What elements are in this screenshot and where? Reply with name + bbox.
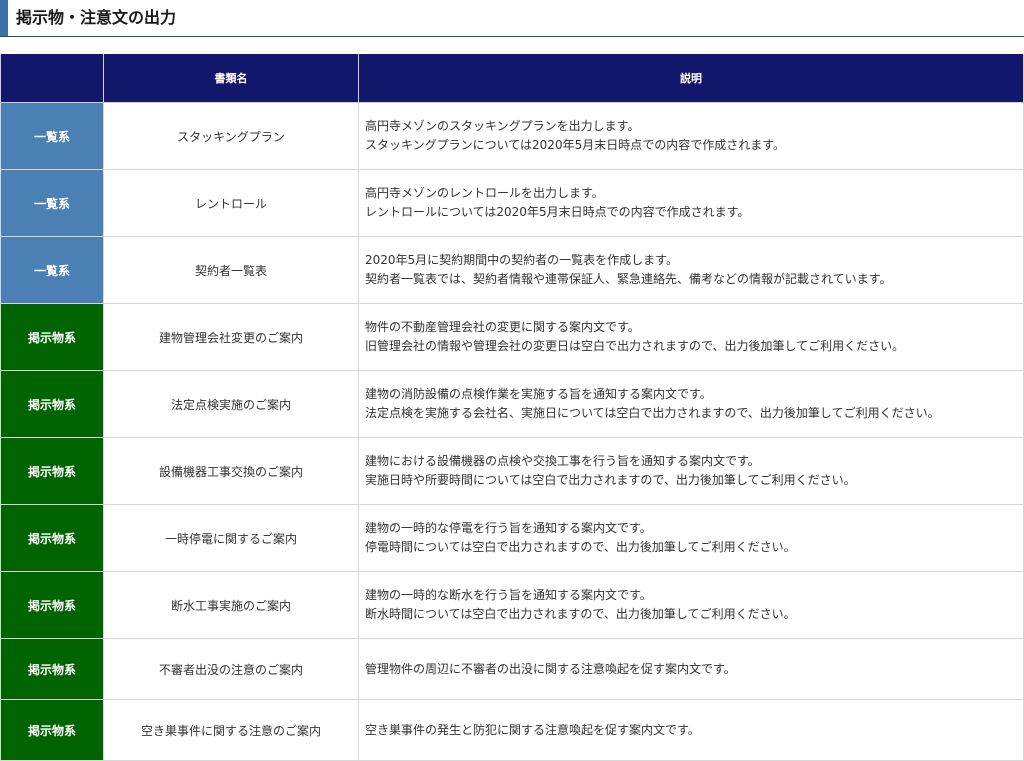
document-description: 高円寺メゾンのスタッキングプランを出力します。スタッキングプランについては202… xyxy=(358,102,1024,170)
category-badge: 掲示物系 xyxy=(0,504,104,572)
document-table: 書類名 説明 一覧系 スタッキングプラン 高円寺メゾンのスタッキングプランを出力しま… xyxy=(0,54,1024,761)
table-row[interactable]: 掲示物系 設備機器工事交換のご案内 建物における設備機器の点検や交換工事を行う旨を通… xyxy=(0,437,1024,505)
description-line: 停電時間については空白で出力されますので、出力後加筆してご利用ください。 xyxy=(365,540,796,554)
document-name[interactable]: 契約者一覧表 xyxy=(103,236,359,304)
description-line: 契約者一覧表では、契約者情報や連帯保証人、緊急連絡先、備考などの情報が記載されて… xyxy=(365,272,892,286)
document-name[interactable]: 設備機器工事交換のご案内 xyxy=(103,437,359,505)
page-title: 掲示物・注意文の出力 xyxy=(16,8,177,27)
description-line: 2020年5月に契約期間中の契約者の一覧表を作成します。 xyxy=(365,253,678,267)
document-name[interactable]: 法定点検実施のご案内 xyxy=(103,370,359,438)
category-badge: 掲示物系 xyxy=(0,303,104,371)
category-badge: 一覧系 xyxy=(0,169,104,237)
document-description: 建物の一時的な停電を行う旨を通知する案内文です。停電時間については空白で出力され… xyxy=(358,504,1024,572)
category-badge: 掲示物系 xyxy=(0,437,104,505)
description-line: 断水時間については空白で出力されますので、出力後加筆してご利用ください。 xyxy=(365,607,796,621)
description-line: 物件の不動産管理会社の変更に関する案内文です。 xyxy=(365,320,640,334)
category-badge: 掲示物系 xyxy=(0,699,104,761)
header-description: 説明 xyxy=(358,54,1024,103)
category-badge: 掲示物系 xyxy=(0,571,104,639)
table-row[interactable]: 掲示物系 一時停電に関するご案内 建物の一時的な停電を行う旨を通知する案内文です。停… xyxy=(0,504,1024,572)
description-line: 建物の一時的な断水を行う旨を通知する案内文です。 xyxy=(365,588,652,602)
category-badge: 掲示物系 xyxy=(0,370,104,438)
document-name[interactable]: 断水工事実施のご案内 xyxy=(103,571,359,639)
category-badge: 掲示物系 xyxy=(0,638,104,700)
table-row[interactable]: 一覧系 レントロール 高円寺メゾンのレントロールを出力します。レントロールについては… xyxy=(0,169,1024,237)
table-header-row: 書類名 説明 xyxy=(0,54,1024,103)
table-row[interactable]: 一覧系 スタッキングプラン 高円寺メゾンのスタッキングプランを出力します。スタッキン… xyxy=(0,102,1024,170)
document-description: 建物の消防設備の点検作業を実施する旨を通知する案内文です。法定点検を実施する会社… xyxy=(358,370,1024,438)
document-description: 物件の不動産管理会社の変更に関する案内文です。旧管理会社の情報や管理会社の変更日… xyxy=(358,303,1024,371)
header-document-name: 書類名 xyxy=(103,54,359,103)
description-line: 実施日時や所要時間については空白で出力されますので、出力後加筆してご利用ください… xyxy=(365,473,856,487)
description-line: 高円寺メゾンのレントロールを出力します。 xyxy=(365,186,604,200)
table-row[interactable]: 掲示物系 法定点検実施のご案内 建物の消防設備の点検作業を実施する旨を通知する案内文… xyxy=(0,370,1024,438)
description-line: 管理物件の周辺に不審者の出没に関する注意喚起を促す案内文です。 xyxy=(365,661,736,676)
document-name[interactable]: 建物管理会社変更のご案内 xyxy=(103,303,359,371)
document-description: 高円寺メゾンのレントロールを出力します。レントロールについては2020年5月末日… xyxy=(358,169,1024,237)
table-row[interactable]: 掲示物系 空き巣事件に関する注意のご案内 空き巣事件の発生と防犯に関する注意喚起を促… xyxy=(0,699,1024,761)
table-row[interactable]: 一覧系 契約者一覧表 2020年5月に契約期間中の契約者の一覧表を作成します。 契約者… xyxy=(0,236,1024,304)
category-badge: 一覧系 xyxy=(0,102,104,170)
document-name[interactable]: スタッキングプラン xyxy=(103,102,359,170)
description-line: 空き巣事件の発生と防犯に関する注意喚起を促す案内文です。 xyxy=(365,722,700,737)
document-name[interactable]: 不審者出没の注意のご案内 xyxy=(103,638,359,700)
document-name[interactable]: レントロール xyxy=(103,169,359,237)
description-line: 旧管理会社の情報や管理会社の変更日は空白で出力されますので、出力後加筆してご利用… xyxy=(365,339,905,353)
section-heading: 掲示物・注意文の出力 xyxy=(0,0,1024,37)
document-description: 建物における設備機器の点検や交換工事を行う旨を通知する案内文です。実施日時や所要… xyxy=(358,437,1024,505)
description-line: 建物の一時的な停電を行う旨を通知する案内文です。 xyxy=(365,521,652,535)
document-description: 管理物件の周辺に不審者の出没に関する注意喚起を促す案内文です。 xyxy=(358,638,1024,700)
document-description: 建物の一時的な断水を行う旨を通知する案内文です。断水時間については空白で出力され… xyxy=(358,571,1024,639)
document-name[interactable]: 空き巣事件に関する注意のご案内 xyxy=(103,699,359,761)
table-row[interactable]: 掲示物系 不審者出没の注意のご案内 管理物件の周辺に不審者の出没に関する注意喚起を促… xyxy=(0,638,1024,700)
heading-accent-bar xyxy=(0,0,8,36)
document-description: 2020年5月に契約期間中の契約者の一覧表を作成します。契約者一覧表では、契約者… xyxy=(358,236,1024,304)
description-line: スタッキングプランについては2020年5月末日時点での内容で作成されます。 xyxy=(365,138,786,152)
description-line: レントロールについては2020年5月末日時点での内容で作成されます。 xyxy=(365,205,750,219)
header-category xyxy=(0,54,104,103)
description-line: 建物の消防設備の点検作業を実施する旨を通知する案内文です。 xyxy=(365,387,712,401)
table-row[interactable]: 掲示物系 断水工事実施のご案内 建物の一時的な断水を行う旨を通知する案内文です。断水… xyxy=(0,571,1024,639)
description-line: 法定点検を実施する会社名、実施日については空白で出力されますので、出力後加筆して… xyxy=(365,406,940,420)
description-line: 高円寺メゾンのスタッキングプランを出力します。 xyxy=(365,119,640,133)
document-name[interactable]: 一時停電に関するご案内 xyxy=(103,504,359,572)
table-row[interactable]: 掲示物系 建物管理会社変更のご案内 物件の不動産管理会社の変更に関する案内文です。旧… xyxy=(0,303,1024,371)
description-line: 建物における設備機器の点検や交換工事を行う旨を通知する案内文です。 xyxy=(365,454,760,468)
document-description: 空き巣事件の発生と防犯に関する注意喚起を促す案内文です。 xyxy=(358,699,1024,761)
category-badge: 一覧系 xyxy=(0,236,104,304)
